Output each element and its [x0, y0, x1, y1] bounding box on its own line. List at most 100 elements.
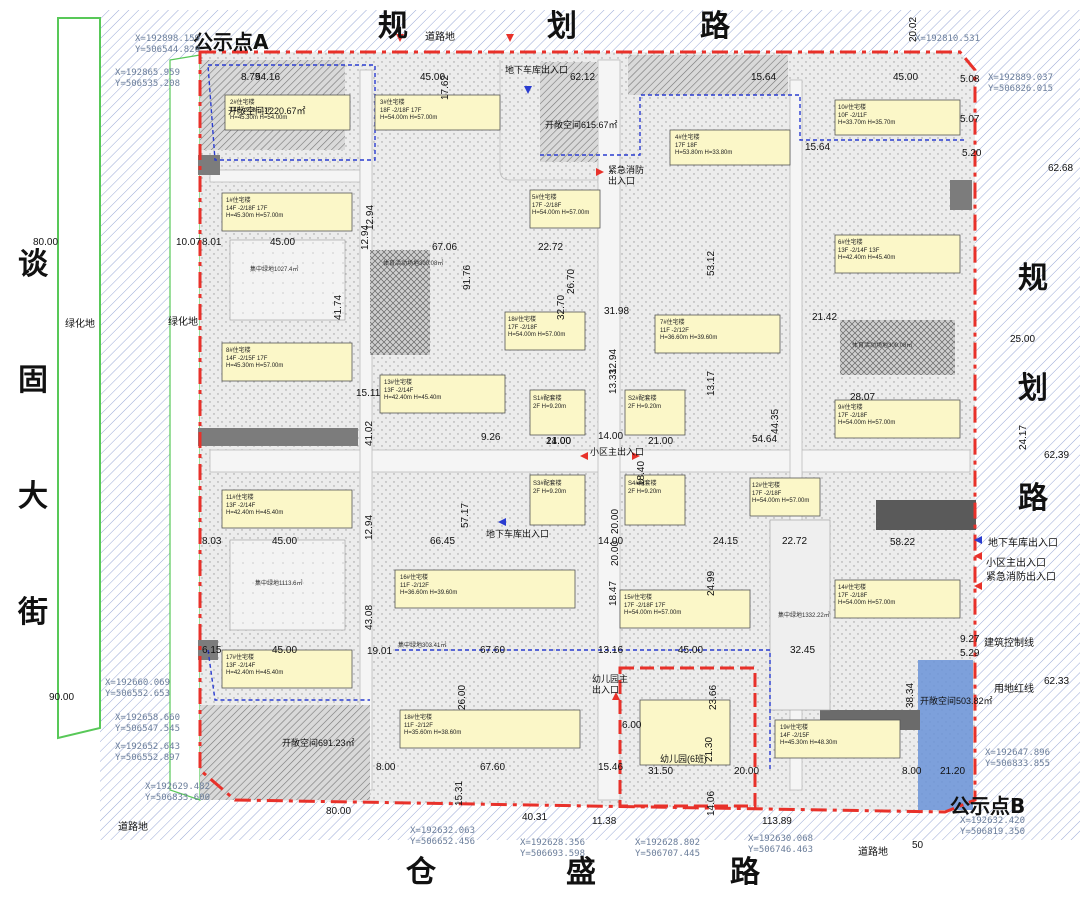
label-main-entry-east: 小区主出入口 — [986, 558, 1046, 569]
label-green-land-strip: 绿化地 — [168, 317, 198, 328]
dimension-label: 80.00 — [326, 806, 352, 817]
road-west-char-1: 谈 — [18, 247, 48, 282]
dimension-label: 45.00 — [420, 72, 446, 83]
building-name: 4#住宅楼 — [675, 135, 700, 141]
dimension-label: 18.47 — [608, 580, 619, 606]
dimension-label: 62.39 — [1044, 450, 1070, 461]
building-name: 1#住宅楼 — [226, 198, 251, 204]
green-label-3: 集中绿地303.41㎡ — [398, 643, 447, 649]
dimension-label: 41.02 — [364, 420, 375, 446]
coord-14: X=192632.420 Y=506819.350 — [960, 816, 1026, 837]
coord-5: X=192660.069 Y=506552.653 — [105, 678, 171, 699]
label-road-land-se: 道路地 — [858, 847, 888, 858]
dimension-label: 6.15 — [202, 645, 222, 656]
open-space-label-3: 开敞空间691.23㎡ — [282, 738, 355, 748]
coord-7: X=192652.643 Y=506552.897 — [115, 742, 181, 763]
road-west-char-4: 街 — [18, 595, 48, 630]
label-kindergarten: 幼儿园(6班) — [660, 754, 707, 764]
label-green-land-west: 绿化地 — [65, 319, 95, 330]
road-west-char-3: 大 — [18, 479, 48, 514]
dimension-label: 67.60 — [480, 645, 506, 656]
dimension-label: 18.40 — [636, 460, 647, 486]
dimension-label: 90.00 — [49, 692, 75, 703]
label-road-land-north: 道路地 — [425, 32, 455, 43]
green-label-1: 集中绿地1027.4㎡ — [250, 267, 299, 273]
dimension-label: 25.00 — [1010, 334, 1036, 345]
dimension-label: 67.06 — [432, 242, 458, 253]
label-community-main-entry: 小区主出入口 — [590, 448, 645, 458]
building-info: 2F H=9.20m — [533, 404, 567, 410]
building-name: 17#住宅楼 — [226, 655, 255, 661]
building-info: 14F -2/15F 17F H=45.30m H=57.00m — [226, 356, 284, 369]
building-info: 17F 18F H=53.80m H=33.80m — [675, 143, 733, 156]
dimension-label: 9.26 — [481, 432, 501, 443]
dimension-label: 8.00 — [902, 766, 922, 777]
dimension-label: 14.06 — [706, 790, 717, 816]
dimension-label: 19.01 — [367, 646, 393, 657]
dimension-label: 43.08 — [364, 604, 375, 630]
dimension-label: 9.27 — [960, 634, 980, 645]
dimension-label: 15.64 — [805, 142, 831, 153]
building-name: 15#住宅楼 — [624, 595, 653, 601]
road-north-char-2: 划 — [547, 9, 577, 44]
dimension-label: 11.38 — [592, 816, 617, 827]
dimension-label: 23.66 — [708, 684, 719, 710]
corner-point-b: 公示点B — [950, 794, 1026, 818]
dimension-label: 41.74 — [333, 294, 344, 320]
dimension-label: 31.50 — [648, 766, 674, 777]
dimension-label: 57.17 — [460, 502, 471, 528]
dimension-label: 58.22 — [890, 537, 916, 548]
dimension-label: 20.00 — [610, 508, 621, 534]
dimension-label: 8.03 — [202, 536, 222, 547]
building-info: 13F -2/14F H=42.40m H=45.40m — [226, 663, 284, 676]
open-space-label-2: 开敞空间615.67㎡ — [545, 120, 618, 130]
green-belt — [57, 17, 101, 740]
building-name: S3#配套楼 — [533, 481, 562, 487]
label-kindergarten-entry: 幼儿园主 出入口 — [592, 675, 629, 696]
dimension-label: 45.00 — [272, 536, 298, 547]
dimension-label: 113.89 — [762, 816, 792, 827]
dimension-label: 14.00 — [598, 431, 624, 442]
dimension-label: 13.16 — [598, 645, 624, 656]
corner-point-a: 公示点A — [193, 30, 269, 54]
road-west-char-2: 固 — [18, 363, 48, 398]
dimension-label: 14.00 — [598, 536, 624, 547]
sports-label-2: 体育活动场地300.08㎡ — [852, 343, 913, 349]
dimension-label: 21.30 — [704, 736, 715, 762]
building-name: 8#住宅楼 — [226, 348, 251, 354]
coord-12: X=192630.068 Y=506746.463 — [748, 834, 814, 855]
building-info: 13F -2/14F H=42.40m H=45.40m — [384, 388, 442, 401]
building-info: 13F -2/14F H=42.40m H=45.40m — [226, 503, 284, 516]
coord-10: X=192628.356 Y=506693.598 — [520, 838, 586, 859]
building-info: 13F -2/14F 13F H=42.40m H=45.40m — [838, 248, 896, 261]
dimension-label: 54.16 — [255, 72, 281, 83]
dimension-label: 91.76 — [462, 264, 473, 290]
building-name: 2#住宅楼 — [230, 100, 255, 106]
dimension-label: 38.34 — [905, 682, 916, 708]
dimension-label: 53.12 — [706, 250, 717, 276]
building-name: 7#住宅楼 — [660, 320, 685, 326]
road-east-char-2: 划 — [1018, 371, 1048, 406]
green-label-2: 集中绿地1113.6㎡ — [255, 581, 303, 587]
building-info: 10F -2/11F H=33.70m H=35.70m — [838, 113, 896, 126]
building-name: 13#住宅楼 — [384, 380, 413, 386]
building-info: 2F H=9.20m — [628, 489, 662, 495]
dimension-label: 12.94 — [364, 514, 375, 540]
open-space-label-4: 开敞空间503.82㎡ — [920, 696, 993, 706]
dimension-label: 67.60 — [480, 762, 506, 773]
label-garage-entry-mid: 地下车库出入口 — [486, 530, 550, 540]
building-info: 2F H=9.20m — [533, 489, 567, 495]
dimension-label: 22.72 — [538, 242, 564, 253]
dimension-label: 5.29 — [960, 648, 980, 659]
dimension-label: 22.72 — [782, 536, 808, 547]
road-south-char-3: 路 — [730, 855, 760, 890]
dimension-label: 24.17 — [1018, 424, 1029, 450]
building-name: 18#住宅楼 — [508, 317, 537, 323]
dimension-label: 40.31 — [522, 812, 548, 823]
dimension-label: 13.33 — [608, 368, 619, 394]
building-info: 2F H=9.20m — [628, 404, 662, 410]
building-info: 17F -2/18F H=54.00m H=57.00m — [532, 203, 590, 216]
dimension-label: 21.00 — [546, 436, 572, 447]
building-name: 5#住宅楼 — [532, 195, 557, 201]
building-info: 17F -2/18F H=54.00m H=57.00m — [508, 325, 566, 338]
